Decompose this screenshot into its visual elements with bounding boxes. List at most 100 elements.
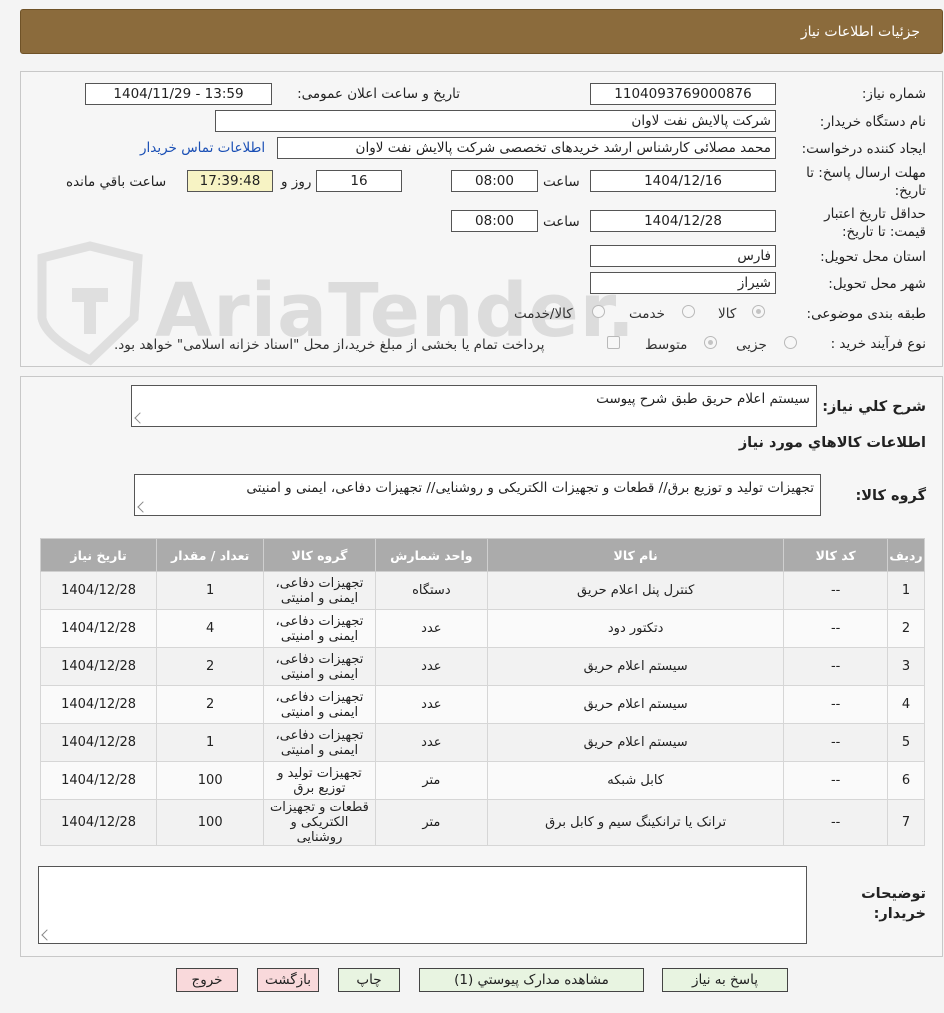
cell-need-date: 1404/12/28 (39, 761, 158, 800)
cell-row-number: 5 (887, 723, 925, 762)
treasury-payment-note: پرداخت تمام یا بخشی از مبلغ خرید،از محل … (114, 337, 545, 353)
cell-name: کابل شبکه (487, 761, 785, 800)
cell-unit: عدد (374, 647, 489, 686)
cell-code: -- (783, 761, 889, 800)
buyer-notes-field (38, 866, 807, 944)
cell-group: تجهیزات دفاعی، ایمنی و امنیتی (263, 647, 376, 686)
resize-grip-icon[interactable] (137, 501, 149, 513)
cell-row-number: 6 (887, 761, 925, 800)
cell-code: -- (783, 685, 889, 724)
cell-code: -- (783, 799, 889, 846)
cell-unit: دستگاه (374, 571, 489, 610)
category-radio-both[interactable] (592, 305, 605, 318)
goods-table: ردیف کد کالا نام کالا واحد شمارش گروه کا… (39, 538, 925, 846)
category-option-service: خدمت (629, 306, 665, 322)
category-option-goods: کالا (718, 306, 737, 322)
announce-date-field: 1404/11/29 - 13:59 (85, 83, 272, 105)
cell-quantity: 1 (156, 571, 265, 610)
process-type-label: نوع فرآیند خرید : (830, 336, 926, 352)
cell-code: -- (783, 723, 889, 762)
cell-unit: متر (374, 761, 489, 800)
cell-name: دتکتور دود (487, 609, 785, 648)
goods-info-title: اطلاعات کالاهاي مورد نیاز (738, 435, 926, 451)
cell-group: قطعات و تجهیزات الکتریکی و روشنایی (263, 799, 376, 846)
buyer-label: نام دستگاه خریدار: (819, 114, 926, 130)
print-button[interactable]: چاپ (338, 968, 400, 992)
buyer-contact-link[interactable]: اطلاعات تماس خریدار (140, 140, 265, 156)
category-option-both: کالا/خدمت (514, 306, 573, 322)
process-radio-minor[interactable] (784, 336, 797, 349)
treasury-payment-checkbox[interactable] (607, 336, 620, 349)
cell-need-date: 1404/12/28 (39, 685, 158, 724)
category-radio-goods[interactable] (752, 305, 765, 318)
province-field: فارس (590, 245, 776, 267)
cell-need-date: 1404/12/28 (39, 647, 158, 686)
cell-need-date: 1404/12/28 (39, 723, 158, 762)
reply-to-need-button[interactable]: پاسخ به نیاز (662, 968, 788, 992)
cell-quantity: 100 (156, 799, 265, 846)
process-option-minor: جزیی (736, 337, 767, 353)
need-number-label: شماره نیاز: (861, 86, 926, 102)
cell-need-date: 1404/12/28 (39, 799, 158, 846)
column-header-name: نام کالا (487, 538, 785, 572)
cell-group: تجهیزات دفاعی، ایمنی و امنیتی (263, 609, 376, 648)
back-button[interactable]: بازگشت (257, 968, 319, 992)
cell-name: سیستم اعلام حریق (487, 647, 785, 686)
cell-code: -- (783, 609, 889, 648)
city-label: شهر محل تحویل: (828, 276, 926, 292)
table-row: 3 -- سیستم اعلام حریق عدد تجهیزات دفاعی، ایم… (39, 647, 925, 686)
buyer-notes-label-2: خریدار: (873, 906, 926, 922)
reply-time-label: ساعت (543, 174, 580, 190)
buyer-notes-text (39, 867, 806, 875)
cell-group: تجهیزات تولید و توزیع برق (263, 761, 376, 800)
cell-group: تجهیزات دفاعی، ایمنی و امنیتی (263, 685, 376, 724)
reply-deadline-label: مهلت ارسال پاسخ: تا (806, 165, 926, 181)
reply-time-field: 08:00 (451, 170, 538, 192)
need-number-field: 1104093769000876 (590, 83, 776, 105)
goods-group-label: گروه کالا: (855, 488, 926, 504)
cell-name: کنترل پنل اعلام حریق (487, 571, 785, 610)
buyer-notes-label: توضیحات (861, 886, 926, 902)
cell-row-number: 3 (887, 647, 925, 686)
validity-time-label: ساعت (543, 214, 580, 230)
column-header-code: کد کالا (783, 538, 889, 572)
category-radio-service[interactable] (682, 305, 695, 318)
validity-date-field: 1404/12/28 (590, 210, 776, 232)
cell-name: سیستم اعلام حریق (487, 685, 785, 724)
cell-unit: عدد (374, 685, 489, 724)
cell-name: ترانک یا ترانکینگ سیم و کابل برق (487, 799, 785, 846)
cell-quantity: 1 (156, 723, 265, 762)
cell-quantity: 100 (156, 761, 265, 800)
view-attachments-button[interactable]: مشاهده مدارک پیوستي (1) (419, 968, 644, 992)
days-remaining-field: 16 (316, 170, 402, 192)
resize-grip-icon[interactable] (134, 412, 146, 424)
process-option-medium: متوسط (645, 337, 688, 353)
goods-group-text: تجهیزات تولید و توزیع برق// قطعات و تجهی… (246, 480, 814, 496)
reply-deadline-label-2: تاریخ: (894, 183, 926, 199)
creator-field: محمد مصلائی کارشناس ارشد خریدهای تخصصی ش… (277, 137, 776, 159)
general-description-field: سیستم اعلام حریق طبق شرح پیوست (131, 385, 817, 427)
cell-unit: عدد (374, 609, 489, 648)
cell-code: -- (783, 647, 889, 686)
resize-grip-icon[interactable] (41, 929, 53, 941)
cell-quantity: 2 (156, 685, 265, 724)
column-header-group: گروه کالا (263, 538, 376, 572)
price-validity-label: حداقل تاریخ اعتبار (824, 206, 926, 222)
column-header-need-date: تاریخ نیاز (39, 538, 158, 572)
goods-group-field: تجهیزات تولید و توزیع برق// قطعات و تجهی… (134, 474, 821, 516)
general-description-label: شرح کلي نیاز: (822, 399, 926, 415)
city-field: شیراز (590, 272, 776, 294)
table-header-row: ردیف کد کالا نام کالا واحد شمارش گروه کا… (39, 538, 925, 572)
cell-group: تجهیزات دفاعی، ایمنی و امنیتی (263, 571, 376, 610)
cell-need-date: 1404/12/28 (39, 571, 158, 610)
exit-button[interactable]: خروج (176, 968, 238, 992)
days-label: روز و (281, 174, 312, 190)
column-header-row-number: ردیف (887, 538, 925, 572)
price-validity-label-2: قیمت: تا تاریخ: (842, 224, 926, 240)
cell-group: تجهیزات دفاعی، ایمنی و امنیتی (263, 723, 376, 762)
cell-need-date: 1404/12/28 (39, 609, 158, 648)
table-row: 5 -- سیستم اعلام حریق عدد تجهیزات دفاعی، ایم… (39, 723, 925, 762)
table-row: 1 -- کنترل پنل اعلام حریق دستگاه تجهیزات دفا… (39, 571, 925, 610)
page-header: جزئیات اطلاعات نیاز (20, 9, 943, 54)
process-radio-medium[interactable] (704, 336, 717, 349)
